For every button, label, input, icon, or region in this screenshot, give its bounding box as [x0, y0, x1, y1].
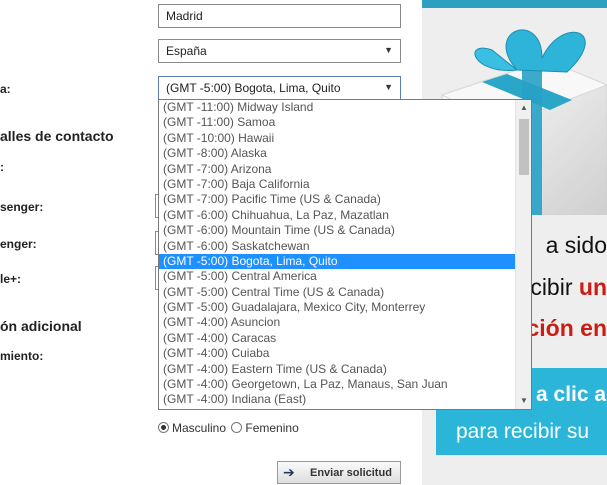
chevron-down-icon: ▼ [384, 45, 393, 55]
timezone-option[interactable]: (GMT -5:00) Central America [159, 269, 516, 284]
timezone-value: (GMT -5:00) Bogota, Lima, Quito [166, 81, 341, 95]
messenger-label-1: senger: [0, 200, 44, 214]
timezone-option[interactable]: (GMT -7:00) Baja California [159, 177, 516, 192]
birth-label: miento: [0, 349, 44, 363]
messenger-label-2: enger: [0, 237, 37, 251]
timezone-option[interactable]: (GMT -10:00) Hawaii [159, 131, 516, 146]
chevron-down-icon: ▼ [384, 82, 393, 92]
city-value: Madrid [166, 9, 203, 23]
timezone-option[interactable]: (GMT -4:00) Caracas [159, 331, 516, 346]
timezone-select[interactable]: (GMT -5:00) Bogota, Lima, Quito ▼ [158, 76, 401, 100]
timezone-option[interactable]: (GMT -4:00) Cuiaba [159, 346, 516, 361]
section-contact-heading: alles de contacto [0, 128, 114, 144]
city-input[interactable]: Madrid [158, 4, 401, 28]
timezone-option[interactable]: (GMT -5:00) Bogota, Lima, Quito [159, 253, 516, 270]
cta-line-1: a clic a [536, 383, 607, 406]
timezone-option[interactable]: (GMT -6:00) Saskatchewan [159, 239, 516, 254]
timezone-option[interactable]: (GMT -11:00) Samoa [159, 115, 516, 130]
country-value: España [166, 44, 207, 58]
timezone-option[interactable]: (GMT -6:00) Chihuahua, La Paz, Mazatlan [159, 208, 516, 223]
country-select[interactable]: España ▼ [158, 39, 401, 63]
timezone-option[interactable]: (GMT -4:00) Eastern Time (US & Canada) [159, 362, 516, 377]
gender-female-label[interactable]: Femenino [245, 421, 298, 435]
promo-line-1: a sido [545, 232, 607, 258]
promo-line-2b: un [578, 274, 607, 300]
gender-male-radio[interactable] [158, 422, 169, 433]
timezone-option[interactable]: (GMT -11:00) Midway Island [159, 100, 516, 115]
gender-female-radio[interactable] [231, 422, 243, 433]
timezone-option[interactable]: (GMT -7:00) Arizona [159, 162, 516, 177]
scroll-thumb[interactable] [519, 119, 529, 175]
dropdown-scrollbar[interactable]: ▲ ▼ [515, 100, 531, 409]
gplus-label: le+: [0, 272, 22, 286]
timezone-option[interactable]: (GMT -8:00) Alaska [159, 146, 516, 161]
timezone-options: (GMT -11:00) Midway Island (GMT -11:00) S… [159, 100, 516, 408]
scroll-down-icon[interactable]: ▼ [516, 393, 531, 409]
timezone-option[interactable]: (GMT -7:00) Pacific Time (US & Canada) [159, 192, 516, 207]
arrow-right-icon: ➔ [283, 464, 295, 480]
section-additional-heading: ón adicional [0, 318, 82, 334]
contact-label: : [0, 160, 4, 174]
timezone-dropdown-list[interactable]: (GMT -11:00) Midway Island (GMT -11:00) S… [158, 99, 532, 410]
gender-group: Masculino Femenino [158, 421, 299, 435]
submit-label: Enviar solicitud [310, 467, 392, 479]
submit-button[interactable]: ➔ Enviar solicitud [277, 461, 401, 484]
timezone-option[interactable]: (GMT -5:00) Guadalajara, Mexico City, Mo… [159, 300, 516, 315]
gender-male-label[interactable]: Masculino [172, 421, 226, 435]
timezone-option[interactable]: (GMT -4:00) Asuncion [159, 315, 516, 330]
timezone-option[interactable]: (GMT -6:00) Mountain Time (US & Canada) [159, 223, 516, 238]
timezone-option[interactable]: (GMT -4:00) Indiana (East) [159, 392, 516, 407]
timezone-option[interactable]: (GMT -5:00) Central Time (US & Canada) [159, 285, 516, 300]
scroll-up-icon[interactable]: ▲ [516, 100, 531, 116]
timezone-option[interactable]: (GMT -4:00) Georgetown, La Paz, Manaus, … [159, 377, 516, 392]
promo-line-3: ción en [526, 315, 607, 341]
cta-line-2: para recibir su [456, 420, 590, 443]
timezone-label: a: [0, 82, 11, 96]
